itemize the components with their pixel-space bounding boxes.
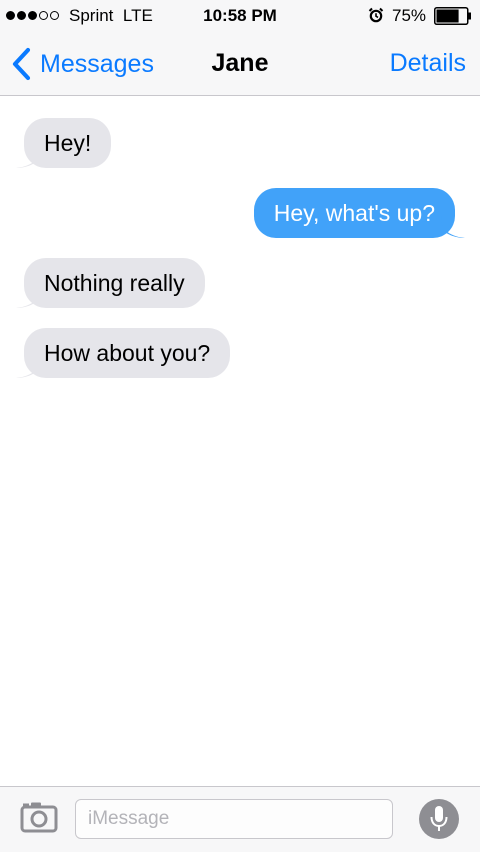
back-label: Messages	[40, 49, 154, 78]
received-message-bubble[interactable]: Nothing really	[16, 258, 205, 308]
microphone-icon	[430, 806, 448, 831]
message-text: Hey!	[44, 130, 92, 156]
bubble-tail	[16, 286, 40, 308]
microphone-button[interactable]	[419, 799, 459, 839]
camera-icon[interactable]	[20, 801, 58, 833]
alarm-clock-icon	[368, 7, 384, 23]
details-button[interactable]: Details	[390, 49, 466, 78]
message-input[interactable]	[75, 799, 393, 839]
message-text: Nothing really	[44, 270, 185, 296]
battery-percentage: 75%	[392, 6, 427, 25]
status-bar: Sprint LTE 10:58 PM 75%	[0, 0, 480, 32]
message-row: How about you?	[16, 328, 231, 378]
navigation-bar: Messages Jane Details	[0, 32, 480, 96]
message-row: Nothing really	[16, 258, 205, 308]
bubble-tail	[441, 216, 465, 238]
sent-message-bubble[interactable]: Hey, what's up?	[253, 188, 465, 238]
conversation-title: Jane	[211, 49, 269, 77]
back-button[interactable]: Messages	[10, 46, 154, 82]
bubble-tail	[16, 356, 40, 378]
message-text: Hey, what's up?	[273, 200, 435, 226]
received-message-bubble[interactable]: Hey!	[16, 118, 112, 168]
compose-bar	[0, 786, 480, 852]
battery-icon	[434, 7, 471, 25]
received-message-bubble[interactable]: How about you?	[16, 328, 231, 378]
message-list: Hey! Hey, what's up? Nothing really How …	[0, 96, 480, 786]
message-row: Hey, what's up?	[253, 188, 465, 238]
message-row: Hey!	[16, 118, 112, 168]
battery-fill	[436, 9, 459, 23]
message-text: How about you?	[44, 340, 211, 366]
chevron-left-icon	[12, 47, 31, 81]
bubble-tail	[16, 146, 40, 168]
